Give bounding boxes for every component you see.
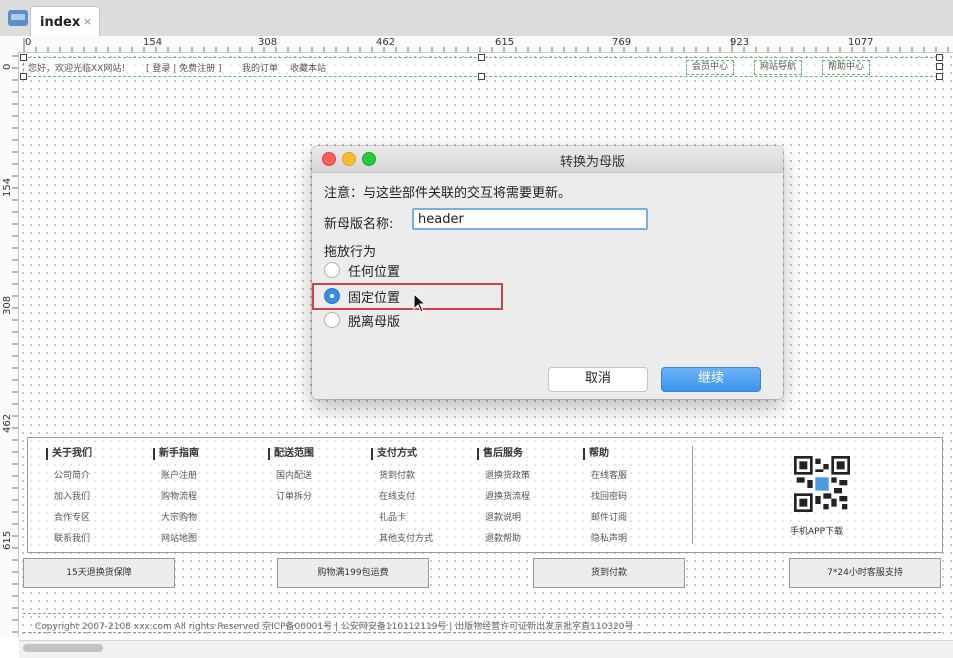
footer-column: 关于我们 公司简介 加入我们 合作专区 联系我们 bbox=[46, 448, 92, 544]
ruler-label: 1077 bbox=[848, 37, 874, 48]
column-title: 支付方式 bbox=[371, 448, 433, 460]
footer-panel[interactable]: 关于我们 公司简介 加入我们 合作专区 联系我们 新手指南 账户注册 购物流程 … bbox=[27, 437, 943, 553]
favorites-link[interactable]: 收藏本站 bbox=[290, 61, 326, 74]
footer-link[interactable]: 联系我们 bbox=[54, 531, 92, 544]
column-title: 售后服务 bbox=[477, 448, 530, 460]
ruler-label: 769 bbox=[612, 37, 632, 48]
app-download-label: 手机APP下载 bbox=[790, 527, 844, 537]
tab-index[interactable]: index × bbox=[30, 6, 100, 36]
app-icon bbox=[8, 10, 28, 26]
ruler-label: 154 bbox=[2, 177, 13, 197]
service-row: 15天退换货保障 购物满199包运费 货到付款 7*24小时客服支持 bbox=[23, 558, 941, 588]
tab-label: index bbox=[40, 15, 81, 30]
footer-link[interactable]: 其他支付方式 bbox=[379, 531, 433, 544]
footer-link[interactable]: 隐私声明 bbox=[591, 531, 627, 544]
footer-link[interactable]: 账户注册 bbox=[161, 468, 199, 481]
resize-handle[interactable] bbox=[20, 54, 27, 61]
continue-button[interactable]: 继续 bbox=[661, 367, 761, 392]
tab-bar: index × bbox=[0, 0, 953, 37]
ruler-label: 0 bbox=[2, 63, 13, 70]
scrollbar-thumb[interactable] bbox=[23, 644, 103, 652]
site-nav-button[interactable]: 网站导航 bbox=[754, 60, 803, 75]
footer-link[interactable]: 在线支付 bbox=[379, 489, 433, 502]
footer-link[interactable]: 退换货政策 bbox=[485, 468, 530, 481]
highlight-annotation bbox=[312, 283, 503, 310]
dialog-titlebar[interactable]: 转换为母版 bbox=[312, 146, 783, 173]
footer-link[interactable]: 退款帮助 bbox=[485, 531, 530, 544]
footer-link[interactable]: 购物流程 bbox=[161, 489, 199, 502]
radio-button-selected[interactable] bbox=[324, 288, 340, 304]
radio-label: 脱离母版 bbox=[348, 315, 401, 330]
column-title: 帮助 bbox=[583, 448, 627, 460]
resize-handle[interactable] bbox=[936, 63, 943, 70]
ruler-label: 462 bbox=[376, 37, 396, 48]
ruler-label: 923 bbox=[730, 37, 750, 48]
divider bbox=[692, 446, 693, 544]
column-title: 关于我们 bbox=[46, 448, 92, 460]
ruler-label: 615 bbox=[2, 530, 13, 550]
footer-link[interactable]: 在线客服 bbox=[591, 468, 627, 481]
convert-to-master-dialog: 转换为母版 注意：与这些部件关联的交互将需要更新。 新母版名称: 拖放行为 任何… bbox=[312, 146, 783, 399]
close-icon[interactable]: × bbox=[83, 15, 92, 28]
footer-link[interactable]: 邮件订阅 bbox=[591, 510, 627, 523]
footer-column: 配送范围 国内配送 订单拆分 bbox=[268, 448, 314, 502]
ruler-label: 154 bbox=[143, 37, 163, 48]
resize-handle[interactable] bbox=[478, 73, 485, 80]
welcome-text: 您好，欢迎光临XX网站！ bbox=[28, 64, 131, 74]
footer-column: 帮助 在线客服 找回密码 邮件订阅 隐私声明 bbox=[583, 448, 627, 544]
service-button[interactable]: 15天退换货保障 bbox=[23, 558, 175, 588]
radio-label: 固定位置 bbox=[348, 291, 401, 306]
service-button[interactable]: 购物满199包运费 bbox=[277, 558, 429, 588]
resize-handle[interactable] bbox=[936, 73, 943, 80]
qr-code-icon bbox=[794, 456, 850, 512]
footer-link[interactable]: 找回密码 bbox=[591, 489, 627, 502]
footer-link[interactable]: 国内配送 bbox=[276, 468, 314, 481]
footer-link[interactable]: 退款说明 bbox=[485, 510, 530, 523]
radio-label: 任何位置 bbox=[348, 265, 401, 280]
resize-handle[interactable] bbox=[20, 73, 27, 80]
column-title: 新手指南 bbox=[153, 448, 199, 460]
radio-button[interactable] bbox=[324, 262, 340, 278]
footer-link[interactable]: 退换货流程 bbox=[485, 489, 530, 502]
resize-handle[interactable] bbox=[936, 54, 943, 61]
orders-link[interactable]: 我的订单 bbox=[242, 61, 278, 74]
horizontal-ruler: 0 154 308 462 615 769 923 1077 bbox=[18, 36, 953, 53]
ruler-label: 0 bbox=[25, 37, 32, 48]
dialog-note: 注意：与这些部件关联的交互将需要更新。 bbox=[324, 186, 572, 201]
ruler-label: 462 bbox=[2, 413, 13, 433]
master-name-input[interactable] bbox=[412, 208, 648, 230]
ruler-label: 308 bbox=[258, 37, 278, 48]
login-link[interactable]: [ 登录 | 免费注册 ] bbox=[146, 61, 222, 74]
footer-column: 新手指南 账户注册 购物流程 大宗购物 网站地图 bbox=[153, 448, 199, 544]
help-center-button[interactable]: 帮助中心 bbox=[822, 60, 871, 75]
cancel-button[interactable]: 取消 bbox=[548, 367, 648, 392]
footer-link[interactable]: 大宗购物 bbox=[161, 510, 199, 523]
copyright-text: Copyright 2007-2108 xxx.com All rights R… bbox=[35, 622, 634, 632]
mouse-cursor-icon bbox=[413, 293, 427, 313]
service-button[interactable]: 货到付款 bbox=[533, 558, 685, 588]
ruler-label: 615 bbox=[495, 37, 515, 48]
column-title: 配送范围 bbox=[268, 448, 314, 460]
radio-button[interactable] bbox=[324, 312, 340, 328]
resize-handle[interactable] bbox=[478, 54, 485, 61]
footer-column: 支付方式 货到付款 在线支付 礼品卡 其他支付方式 bbox=[371, 448, 433, 544]
footer-link[interactable]: 公司简介 bbox=[54, 468, 92, 481]
footer-link[interactable]: 合作专区 bbox=[54, 510, 92, 523]
footer-link[interactable]: 货到付款 bbox=[379, 468, 433, 481]
service-button[interactable]: 7*24小时客服支持 bbox=[789, 558, 941, 588]
footer-link[interactable]: 网站地图 bbox=[161, 531, 199, 544]
ruler-corner bbox=[0, 36, 19, 53]
footer-link[interactable]: 礼品卡 bbox=[379, 510, 433, 523]
footer-link[interactable]: 订单拆分 bbox=[276, 489, 314, 502]
footer-column: 售后服务 退换货政策 退换货流程 退款说明 退款帮助 bbox=[477, 448, 530, 544]
ruler-label: 308 bbox=[2, 295, 13, 315]
footer-link[interactable]: 加入我们 bbox=[54, 489, 92, 502]
drop-behavior-title: 拖放行为 bbox=[324, 245, 377, 260]
master-name-label: 新母版名称: bbox=[324, 217, 394, 232]
dialog-title: 转换为母版 bbox=[559, 155, 625, 170]
horizontal-scrollbar[interactable] bbox=[19, 640, 953, 658]
vertical-ruler: 0 154 308 462 615 bbox=[0, 52, 19, 637]
member-center-button[interactable]: 会员中心 bbox=[686, 60, 735, 75]
